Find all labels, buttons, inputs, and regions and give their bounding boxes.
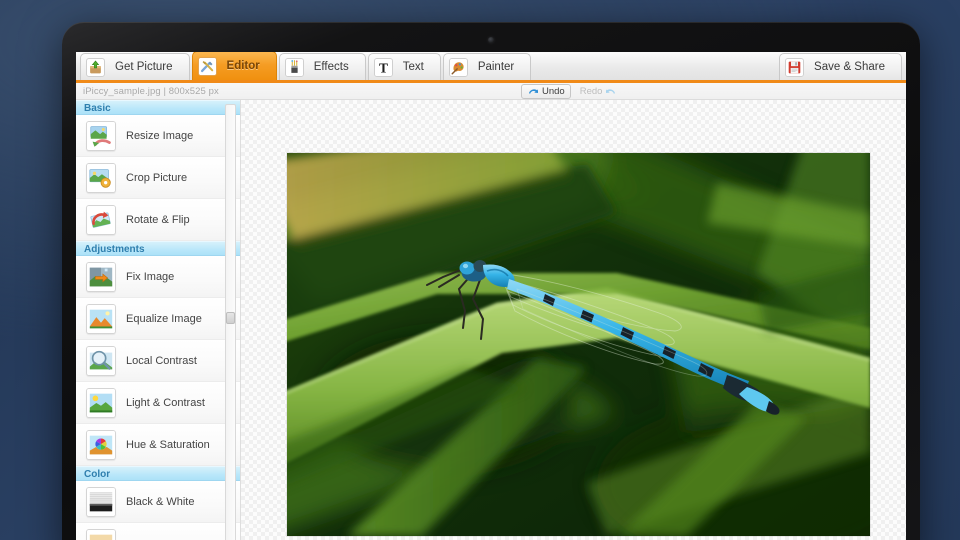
tab-label: Text [402, 61, 424, 73]
editor-body: Basic Resize Image Crop Picture Rotate &… [76, 100, 906, 540]
sidebar-item-label: Rotate & Flip [126, 213, 190, 226]
light-contrast-icon [86, 387, 116, 418]
floppy-save-icon [785, 57, 805, 77]
sidebar-scrollbar[interactable] [225, 104, 236, 540]
undo-arrow-icon [527, 87, 539, 97]
sidebar-item-resize-image[interactable]: Resize Image [76, 115, 240, 157]
undo-button[interactable]: Undo [521, 84, 571, 99]
hue-saturation-icon [86, 429, 116, 460]
tab-effects[interactable]: Effects [278, 53, 366, 80]
crop-picture-icon [86, 162, 116, 193]
tab-text[interactable]: T Text [367, 53, 441, 80]
sidebar-item-label: Light & Contrast [126, 396, 205, 409]
tab-label: Effects [313, 61, 349, 73]
paint-palette-icon [448, 57, 468, 77]
sidebar-item-equalize-image[interactable]: Equalize Image [76, 298, 240, 340]
sidebar-item-light-contrast[interactable]: Light & Contrast [76, 382, 240, 424]
local-contrast-icon [86, 345, 116, 376]
section-header-adjustments: Adjustments [76, 241, 240, 256]
section-header-basic: Basic [76, 100, 240, 115]
sidebar-item-hue-saturation[interactable]: Hue & Saturation [76, 424, 240, 466]
redo-button[interactable]: Redo [574, 84, 624, 99]
sidebar-item-partial[interactable] [76, 523, 240, 540]
fix-image-icon [86, 261, 116, 292]
undo-label: Undo [542, 86, 565, 97]
sidebar-item-fix-image[interactable]: Fix Image [76, 256, 240, 298]
camera-dot-icon [488, 37, 494, 43]
svg-text:T: T [379, 60, 388, 75]
text-t-icon: T [373, 57, 393, 77]
sidebar-item-black-white[interactable]: Black & White [76, 481, 240, 523]
resize-image-icon [86, 120, 116, 151]
device-bezel: Get Picture Editor Effects T Text Painte… [62, 22, 920, 540]
redo-label: Redo [579, 86, 603, 97]
rotate-flip-icon [86, 204, 116, 235]
equalize-image-icon [86, 303, 116, 334]
sidebar-item-label: Equalize Image [126, 312, 202, 325]
main-tab-bar: Get Picture Editor Effects T Text Painte… [76, 52, 906, 83]
tab-label: Painter [477, 61, 515, 73]
image-canvas[interactable] [241, 100, 906, 540]
file-info-bar: iPiccy_sample.jpg | 800x525 px Undo Redo [76, 83, 906, 100]
sidebar-item-label: Fix Image [126, 270, 175, 283]
partial-tool-icon [86, 528, 116, 540]
application-screen: Get Picture Editor Effects T Text Painte… [76, 52, 906, 540]
damselfly-photo-graphic [287, 153, 870, 536]
sidebar-item-local-contrast[interactable]: Local Contrast [76, 340, 240, 382]
tools-icon [197, 56, 217, 76]
tab-painter[interactable]: Painter [442, 53, 532, 80]
tab-editor[interactable]: Editor [191, 52, 277, 80]
black-white-icon [86, 486, 116, 517]
tab-label: Save & Share [814, 61, 885, 73]
upload-box-icon [86, 57, 105, 77]
file-info-text: iPiccy_sample.jpg | 800x525 px [83, 85, 219, 97]
edited-photo[interactable] [287, 153, 870, 536]
section-header-color: Color [76, 466, 240, 481]
tools-sidebar: Basic Resize Image Crop Picture Rotate &… [76, 100, 241, 540]
sidebar-item-label: Resize Image [126, 129, 194, 142]
sidebar-item-label: Local Contrast [126, 354, 197, 367]
tab-save-share[interactable]: Save & Share [779, 53, 902, 80]
sidebar-item-label: Black & White [126, 495, 195, 508]
magic-brush-icon [284, 57, 304, 77]
sidebar-item-rotate-flip[interactable]: Rotate & Flip [76, 199, 240, 241]
sidebar-scrollbar-thumb[interactable] [226, 311, 235, 324]
tab-label: Get Picture [115, 61, 173, 73]
sidebar-item-label: Crop Picture [126, 171, 188, 184]
redo-arrow-icon [605, 87, 617, 97]
history-controls: Undo Redo [521, 84, 623, 99]
tab-label: Editor [226, 60, 260, 72]
sidebar-item-label: Hue & Saturation [126, 438, 210, 451]
tab-get-picture[interactable]: Get Picture [80, 53, 190, 80]
sidebar-item-crop-picture[interactable]: Crop Picture [76, 157, 240, 199]
